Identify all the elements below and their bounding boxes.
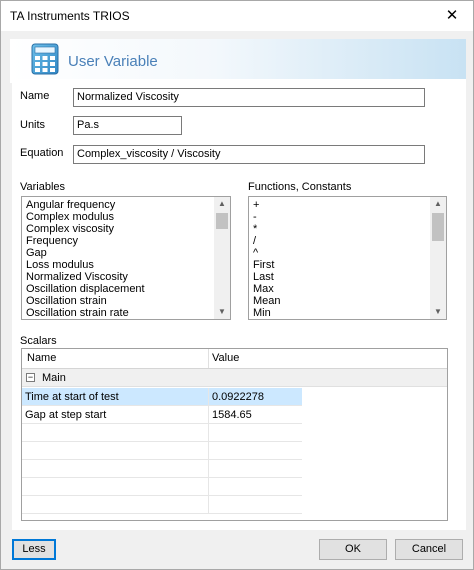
window-title: TA Instruments TRIOS: [10, 9, 130, 23]
cell-separator: [208, 424, 209, 442]
scalar-value-cell: 0.0922278: [212, 391, 264, 403]
table-row[interactable]: Time at start of test 0.0922278: [22, 388, 302, 406]
cell-separator: [208, 406, 209, 424]
list-item[interactable]: ^: [253, 247, 428, 259]
ok-button[interactable]: OK: [319, 539, 387, 560]
scalar-name-cell: Time at start of test: [25, 391, 119, 403]
cell-separator: [208, 388, 209, 406]
table-row[interactable]: [22, 424, 302, 442]
functions-scrollbar[interactable]: ▲ ▼: [430, 197, 446, 319]
list-item[interactable]: Min: [253, 307, 428, 319]
column-header-name[interactable]: Name: [27, 352, 56, 364]
cell-separator: [208, 496, 209, 514]
equation-field[interactable]: Complex_viscosity / Viscosity: [73, 145, 425, 164]
table-row[interactable]: Gap at step start 1584.65: [22, 406, 302, 424]
variables-scrollbar[interactable]: ▲ ▼: [214, 197, 230, 319]
scroll-up-icon[interactable]: ▲: [430, 197, 446, 211]
list-item[interactable]: Last: [253, 271, 428, 283]
group-label: Main: [42, 372, 66, 384]
table-row[interactable]: [22, 460, 302, 478]
scroll-thumb[interactable]: [216, 213, 228, 229]
functions-label: Functions, Constants: [248, 181, 352, 193]
scalars-grid[interactable]: Name Value − Main Time at start of test 0…: [21, 348, 448, 521]
less-button[interactable]: Less: [12, 539, 56, 560]
functions-listbox[interactable]: + - * / ^ First Last Max Mean Min ▲ ▼: [248, 196, 447, 320]
collapse-icon[interactable]: −: [26, 373, 35, 382]
list-item[interactable]: /: [253, 235, 428, 247]
list-item[interactable]: Frequency: [26, 235, 212, 247]
scroll-down-icon[interactable]: ▼: [214, 305, 230, 319]
cell-separator: [208, 442, 209, 460]
variables-label: Variables: [20, 181, 66, 193]
dialog-heading: User Variable: [68, 53, 158, 70]
units-label: Units: [20, 119, 46, 131]
list-item[interactable]: Mean: [253, 295, 428, 307]
scalars-label: Scalars: [20, 335, 57, 347]
close-icon[interactable]: ✕: [437, 3, 467, 29]
grid-header: Name Value: [22, 349, 447, 369]
list-item[interactable]: +: [253, 199, 428, 211]
name-field[interactable]: Normalized Viscosity: [73, 88, 425, 107]
cancel-button[interactable]: Cancel: [395, 539, 463, 560]
list-item[interactable]: Loss modulus: [26, 259, 212, 271]
calculator-icon: [31, 43, 59, 75]
table-row[interactable]: [22, 442, 302, 460]
scalar-value-cell: 1584.65: [212, 409, 252, 421]
table-row[interactable]: [22, 496, 302, 514]
scroll-up-icon[interactable]: ▲: [214, 197, 230, 211]
cell-separator: [208, 478, 209, 496]
table-row[interactable]: [22, 478, 302, 496]
cell-separator: [208, 460, 209, 478]
variables-listbox[interactable]: Angular frequency Complex modulus Complex …: [21, 196, 231, 320]
dialog-window: TA Instruments TRIOS ✕ User Variable Nam…: [0, 0, 474, 570]
header-banner: User Variable: [10, 39, 466, 83]
equation-label: Equation: [20, 147, 64, 159]
list-item[interactable]: Complex modulus: [26, 211, 212, 223]
list-item[interactable]: Max: [253, 283, 428, 295]
column-separator: [208, 349, 209, 368]
scalar-name-cell: Gap at step start: [25, 409, 107, 421]
name-label: Name: [20, 90, 50, 102]
scroll-thumb[interactable]: [432, 213, 444, 241]
list-item[interactable]: Complex viscosity: [26, 223, 212, 235]
units-field[interactable]: Pa.s: [73, 116, 182, 135]
column-header-value[interactable]: Value: [212, 352, 239, 364]
scroll-down-icon[interactable]: ▼: [430, 305, 446, 319]
list-item[interactable]: Oscillation strain: [26, 295, 212, 307]
list-item[interactable]: -: [253, 211, 428, 223]
list-item[interactable]: *: [253, 223, 428, 235]
list-item[interactable]: Angular frequency: [26, 199, 212, 211]
title-bar: TA Instruments TRIOS ✕: [1, 1, 473, 31]
list-item[interactable]: First: [253, 259, 428, 271]
group-row-main[interactable]: − Main: [22, 369, 447, 387]
list-item[interactable]: Gap: [26, 247, 212, 259]
list-item[interactable]: Oscillation strain rate: [26, 307, 212, 319]
list-item[interactable]: Oscillation displacement: [26, 283, 212, 295]
list-item[interactable]: Normalized Viscosity: [26, 271, 212, 283]
